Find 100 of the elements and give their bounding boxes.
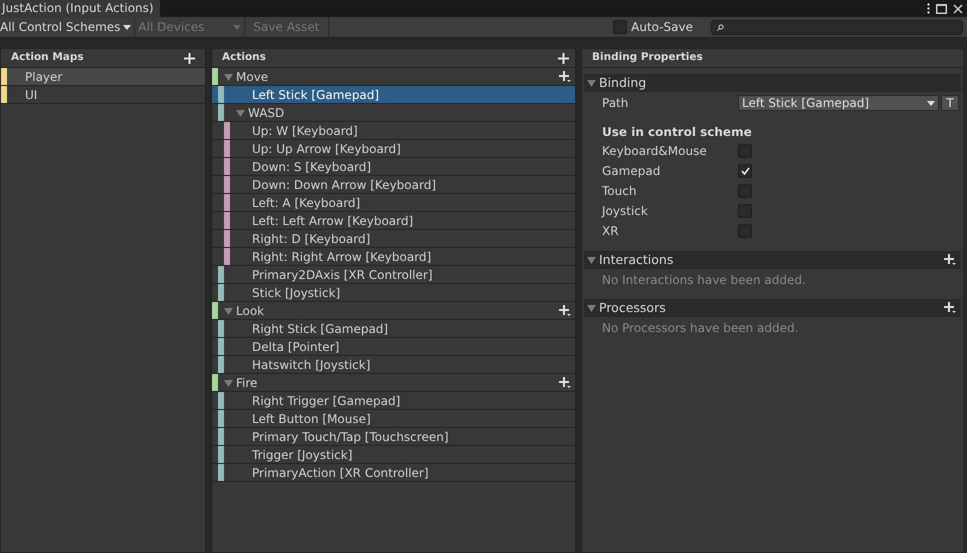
- path-dropdown[interactable]: Left Stick [Gamepad]: [738, 95, 939, 111]
- binding-row[interactable]: Left: A [Keyboard]: [212, 194, 575, 212]
- panel-title: Binding Properties: [592, 50, 703, 66]
- scheme-label: XR: [602, 223, 620, 240]
- scheme-heading: Use in control scheme: [601, 124, 753, 141]
- binding-row[interactable]: Right: Right Arrow [Keyboard]: [212, 248, 575, 266]
- add-dropdown-icon[interactable]: [943, 254, 956, 266]
- maximize-icon[interactable]: [936, 4, 947, 14]
- binding-name: PrimaryAction [XR Controller]: [251, 464, 429, 482]
- window-tab[interactable]: JustAction (Input Actions): [0, 0, 160, 17]
- add-icon[interactable]: [184, 52, 195, 64]
- binding-row[interactable]: Right Trigger [Gamepad]: [212, 392, 575, 410]
- scheme-checkbox[interactable]: [738, 204, 752, 218]
- binding-row[interactable]: Trigger [Joystick]: [212, 446, 575, 464]
- binding-row[interactable]: Down: S [Keyboard]: [212, 158, 575, 176]
- scheme-checkbox[interactable]: [738, 144, 752, 158]
- panel-title: Actions: [222, 50, 266, 66]
- close-icon[interactable]: [953, 4, 963, 14]
- binding-row[interactable]: Right: D [Keyboard]: [212, 230, 575, 248]
- path-label: Path: [602, 95, 630, 112]
- binding-row[interactable]: Delta [Pointer]: [212, 338, 575, 356]
- section-title: Binding: [599, 74, 646, 92]
- section-title: Interactions: [599, 250, 674, 269]
- binding-name: WASD: [248, 104, 284, 122]
- scheme-label: Joystick: [602, 203, 649, 220]
- binding-name: Down: S [Keyboard]: [251, 158, 372, 176]
- caret-icon: [123, 24, 132, 30]
- section-title: Processors: [599, 298, 666, 317]
- path-value: Left Stick [Gamepad]: [742, 95, 870, 112]
- panel-title: Action Maps: [11, 50, 84, 66]
- binding-row[interactable]: Down: Down Arrow [Keyboard]: [212, 176, 575, 194]
- section-header[interactable]: Processors: [584, 299, 961, 317]
- action-row[interactable]: Fire: [212, 374, 575, 392]
- binding-name: Right Trigger [Gamepad]: [251, 392, 400, 410]
- action-name: Move: [236, 68, 268, 86]
- binding-name: Up: Up Arrow [Keyboard]: [251, 140, 401, 158]
- binding-row[interactable]: Left Stick [Gamepad]: [212, 86, 575, 104]
- binding-row[interactable]: Right Stick [Gamepad]: [212, 320, 575, 338]
- binding-name: Left Button [Mouse]: [251, 410, 371, 428]
- caret-icon: [927, 100, 935, 106]
- binding-row[interactable]: Up: W [Keyboard]: [212, 122, 575, 140]
- binding-name: Left Stick [Gamepad]: [251, 86, 380, 104]
- auto-save-checkbox[interactable]: [613, 20, 628, 34]
- expand-arrow-icon[interactable]: [224, 306, 233, 314]
- add-dropdown-icon[interactable]: [558, 376, 571, 388]
- binding-name: Right: D [Keyboard]: [251, 230, 370, 248]
- binding-row[interactable]: Left: Left Arrow [Keyboard]: [212, 212, 575, 230]
- binding-name: Right Stick [Gamepad]: [251, 320, 388, 338]
- binding-row[interactable]: Stick [Joystick]: [212, 284, 575, 302]
- scheme-checkbox[interactable]: [738, 224, 752, 238]
- auto-save-label: Auto-Save: [631, 19, 693, 36]
- scheme-checkbox[interactable]: [738, 184, 752, 198]
- expand-arrow-icon[interactable]: [236, 108, 245, 116]
- text-mode-button[interactable]: T: [941, 95, 959, 111]
- control-scheme-dropdown[interactable]: All Control Schemes: [0, 17, 136, 37]
- binding-name: Up: W [Keyboard]: [251, 122, 358, 140]
- binding-name: Primary Touch/Tap [Touchscreen]: [251, 428, 448, 446]
- binding-row[interactable]: Left Button [Mouse]: [212, 410, 575, 428]
- binding-name: Left: A [Keyboard]: [251, 194, 360, 212]
- expand-arrow-icon[interactable]: [587, 79, 596, 87]
- action-row[interactable]: Move: [212, 68, 575, 86]
- scheme-label: Keyboard&Mouse: [602, 143, 708, 160]
- action-map-row[interactable]: UI: [1, 86, 205, 104]
- empty-message: No Processors have been added.: [601, 320, 800, 337]
- empty-message: No Interactions have been added.: [601, 272, 807, 289]
- add-dropdown-icon[interactable]: [943, 302, 956, 314]
- binding-row[interactable]: Up: Up Arrow [Keyboard]: [212, 140, 575, 158]
- search-field[interactable]: [711, 20, 963, 34]
- expand-arrow-icon[interactable]: [224, 72, 233, 80]
- binding-row[interactable]: Hatswitch [Joystick]: [212, 356, 575, 374]
- action-name: Fire: [236, 374, 258, 392]
- scheme-label: Touch: [602, 183, 638, 200]
- section-header[interactable]: Interactions: [584, 251, 961, 269]
- scheme-label: Gamepad: [602, 163, 662, 180]
- add-dropdown-icon[interactable]: [558, 304, 571, 316]
- section-header[interactable]: Binding: [584, 74, 961, 92]
- caret-icon: [233, 24, 242, 30]
- action-map-row[interactable]: Player: [1, 68, 205, 86]
- action-map-name: UI: [25, 86, 38, 104]
- expand-arrow-icon[interactable]: [224, 378, 233, 386]
- add-dropdown-icon[interactable]: [558, 70, 571, 82]
- scheme-checkbox[interactable]: [738, 164, 752, 178]
- binding-row[interactable]: Primary2DAxis [XR Controller]: [212, 266, 575, 284]
- binding-name: Right: Right Arrow [Keyboard]: [251, 248, 432, 266]
- binding-row[interactable]: PrimaryAction [XR Controller]: [212, 464, 575, 482]
- checkmark-icon: [740, 167, 750, 175]
- binding-name: Delta [Pointer]: [251, 338, 340, 356]
- binding-name: Primary2DAxis [XR Controller]: [251, 266, 433, 284]
- expand-arrow-icon[interactable]: [587, 304, 596, 312]
- binding-name: Hatswitch [Joystick]: [251, 356, 370, 374]
- expand-arrow-icon[interactable]: [587, 256, 596, 264]
- add-icon[interactable]: [558, 52, 569, 64]
- more-options-icon[interactable]: [927, 3, 930, 14]
- binding-name: Stick [Joystick]: [251, 284, 340, 302]
- action-name: Look: [236, 302, 264, 320]
- action-row[interactable]: Look: [212, 302, 575, 320]
- action-map-name: Player: [25, 68, 62, 86]
- binding-row[interactable]: WASD: [212, 104, 575, 122]
- binding-row[interactable]: Primary Touch/Tap [Touchscreen]: [212, 428, 575, 446]
- binding-name: Trigger [Joystick]: [251, 446, 352, 464]
